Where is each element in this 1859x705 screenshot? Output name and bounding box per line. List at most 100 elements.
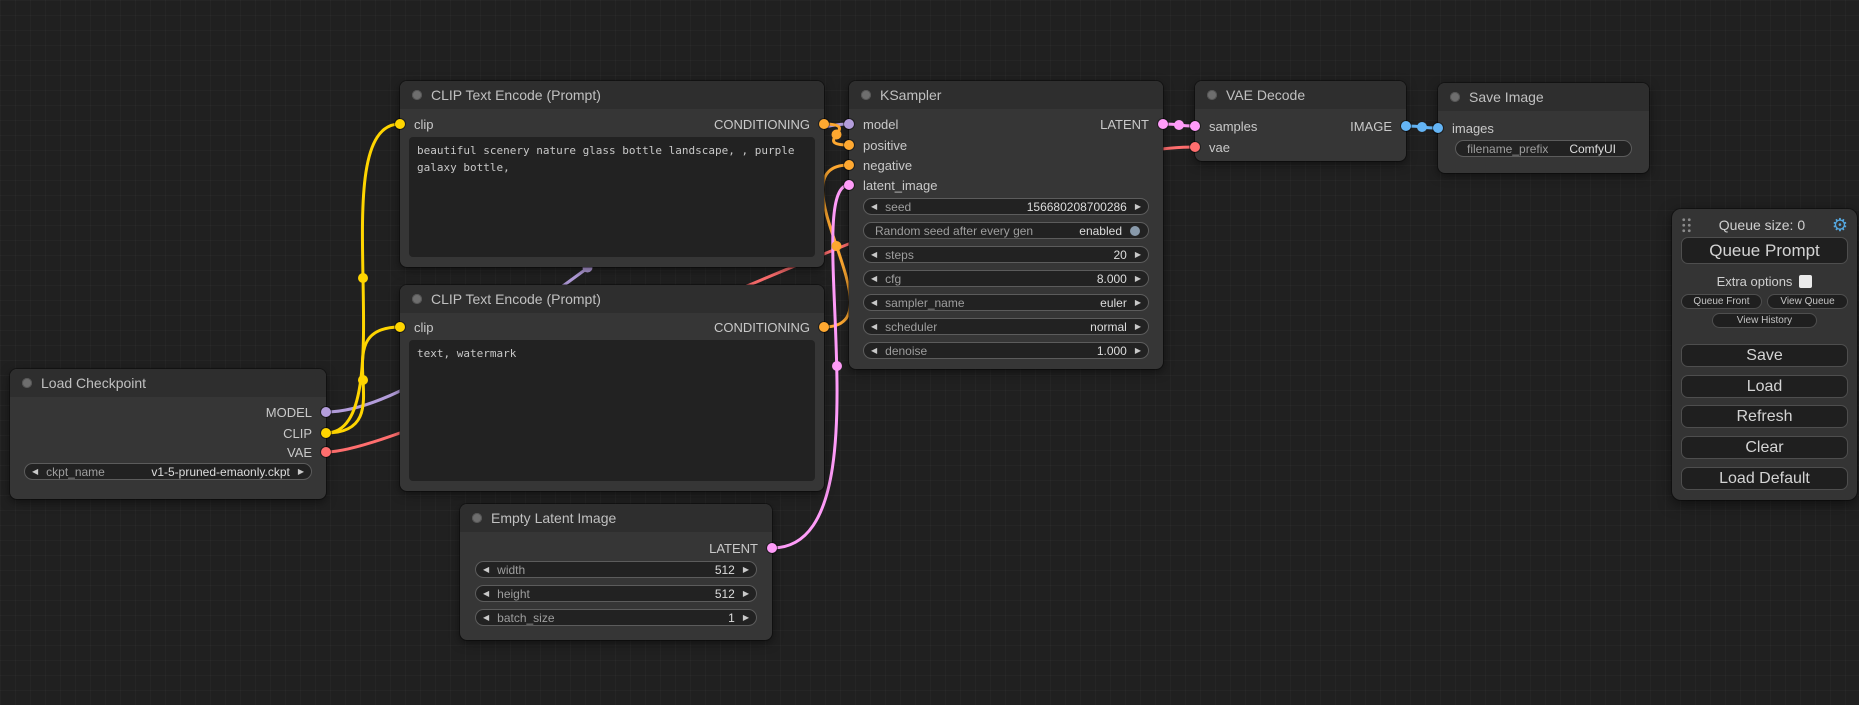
load-default-button[interactable]: Load Default	[1681, 467, 1848, 490]
seed-widget[interactable]: seed 156680208700286	[863, 198, 1149, 215]
refresh-button[interactable]: Refresh	[1681, 405, 1848, 428]
collapse-dot-icon[interactable]	[412, 90, 422, 100]
clip-input-port[interactable]	[395, 119, 405, 129]
increment-arrow-icon[interactable]	[743, 590, 749, 598]
clip-output-slot[interactable]: CLIP	[283, 425, 326, 441]
image-output-port[interactable]	[1401, 121, 1411, 131]
model-input-slot[interactable]: model	[849, 116, 898, 132]
vae-input-port[interactable]	[1190, 142, 1200, 152]
toggle-knob-icon[interactable]	[1130, 226, 1140, 236]
load-button[interactable]: Load	[1681, 375, 1848, 398]
collapse-dot-icon[interactable]	[472, 513, 482, 523]
increment-arrow-icon[interactable]	[1135, 347, 1141, 355]
node-empty-latent-image[interactable]: Empty Latent Image LATENT width 512 heig…	[460, 504, 772, 640]
node-ksampler[interactable]: KSampler model positive negative latent_…	[849, 81, 1163, 369]
scheduler-widget[interactable]: scheduler normal	[863, 318, 1149, 335]
filename-prefix-widget[interactable]: filename_prefix ComfyUI	[1455, 140, 1632, 157]
steps-widget[interactable]: steps 20	[863, 246, 1149, 263]
clip-input-port[interactable]	[395, 322, 405, 332]
increment-arrow-icon[interactable]	[743, 566, 749, 574]
queue-menu-panel[interactable]: Queue size: 0 ⚙ Queue Prompt Extra optio…	[1672, 209, 1857, 500]
latent-image-input-port[interactable]	[844, 180, 854, 190]
node-title-bar[interactable]: CLIP Text Encode (Prompt)	[400, 285, 824, 313]
clip-input-slot[interactable]: clip	[400, 319, 434, 335]
view-history-button[interactable]: View History	[1712, 313, 1817, 328]
collapse-dot-icon[interactable]	[412, 294, 422, 304]
increment-arrow-icon[interactable]	[1135, 299, 1141, 307]
conditioning-output-slot[interactable]: CONDITIONING	[714, 116, 824, 132]
increment-arrow-icon[interactable]	[298, 468, 304, 476]
model-input-port[interactable]	[844, 119, 854, 129]
node-title-bar[interactable]: CLIP Text Encode (Prompt)	[400, 81, 824, 109]
node-vae-decode[interactable]: VAE Decode samples vae IMAGE	[1195, 81, 1406, 161]
positive-prompt-textarea[interactable]: beautiful scenery nature glass bottle la…	[409, 137, 815, 257]
decrement-arrow-icon[interactable]	[871, 347, 877, 355]
model-output-slot[interactable]: MODEL	[266, 404, 326, 420]
increment-arrow-icon[interactable]	[1135, 275, 1141, 283]
vae-input-slot[interactable]: vae	[1195, 139, 1230, 155]
decrement-arrow-icon[interactable]	[483, 566, 489, 574]
node-clip-text-encode-negative[interactable]: CLIP Text Encode (Prompt) clip CONDITION…	[400, 285, 824, 491]
node-clip-text-encode-positive[interactable]: CLIP Text Encode (Prompt) clip CONDITION…	[400, 81, 824, 267]
clip-output-port[interactable]	[321, 428, 331, 438]
model-output-port[interactable]	[321, 407, 331, 417]
samples-input-port[interactable]	[1190, 121, 1200, 131]
images-input-port[interactable]	[1433, 123, 1443, 133]
samples-input-slot[interactable]: samples	[1195, 118, 1257, 134]
increment-arrow-icon[interactable]	[1135, 203, 1141, 211]
latent-image-input-slot[interactable]: latent_image	[849, 177, 937, 193]
negative-prompt-textarea[interactable]: text, watermark	[409, 340, 815, 481]
random-seed-toggle-widget[interactable]: Random seed after every gen enabled	[863, 222, 1149, 239]
drag-handle[interactable]	[1681, 217, 1692, 233]
decrement-arrow-icon[interactable]	[871, 299, 877, 307]
denoise-widget[interactable]: denoise 1.000	[863, 342, 1149, 359]
decrement-arrow-icon[interactable]	[871, 275, 877, 283]
conditioning-output-slot[interactable]: CONDITIONING	[714, 319, 824, 335]
conditioning-output-port[interactable]	[819, 119, 829, 129]
queue-prompt-button[interactable]: Queue Prompt	[1681, 237, 1848, 264]
view-queue-button[interactable]: View Queue	[1767, 294, 1848, 309]
node-title-bar[interactable]: Empty Latent Image	[460, 504, 772, 532]
vae-output-port[interactable]	[321, 447, 331, 457]
batch-size-widget[interactable]: batch_size 1	[475, 609, 757, 626]
node-title-bar[interactable]: VAE Decode	[1195, 81, 1406, 109]
comfyui-canvas[interactable]: { "colors": { "model": "#B39DDB", "clip"…	[0, 0, 1859, 705]
extra-options-checkbox[interactable]	[1799, 275, 1812, 288]
height-widget[interactable]: height 512	[475, 585, 757, 602]
image-output-slot[interactable]: IMAGE	[1350, 118, 1406, 134]
latent-output-port[interactable]	[1158, 119, 1168, 129]
node-title-bar[interactable]: Load Checkpoint	[10, 369, 326, 397]
positive-input-port[interactable]	[844, 140, 854, 150]
clear-button[interactable]: Clear	[1681, 436, 1848, 459]
negative-input-slot[interactable]: negative	[849, 157, 912, 173]
negative-input-port[interactable]	[844, 160, 854, 170]
images-input-slot[interactable]: images	[1438, 120, 1494, 136]
queue-front-button[interactable]: Queue Front	[1681, 294, 1762, 309]
decrement-arrow-icon[interactable]	[32, 468, 38, 476]
node-title-bar[interactable]: KSampler	[849, 81, 1163, 109]
collapse-dot-icon[interactable]	[1450, 92, 1460, 102]
save-button[interactable]: Save	[1681, 344, 1848, 367]
collapse-dot-icon[interactable]	[22, 378, 32, 388]
width-widget[interactable]: width 512	[475, 561, 757, 578]
increment-arrow-icon[interactable]	[743, 614, 749, 622]
node-title-bar[interactable]: Save Image	[1438, 83, 1649, 111]
node-save-image[interactable]: Save Image images filename_prefix ComfyU…	[1438, 83, 1649, 173]
settings-gear-icon[interactable]: ⚙	[1832, 216, 1848, 234]
node-load-checkpoint[interactable]: Load Checkpoint MODEL CLIP VAE ckpt_name…	[10, 369, 326, 499]
vae-output-slot[interactable]: VAE	[287, 444, 326, 460]
sampler-name-widget[interactable]: sampler_name euler	[863, 294, 1149, 311]
increment-arrow-icon[interactable]	[1135, 323, 1141, 331]
collapse-dot-icon[interactable]	[1207, 90, 1217, 100]
latent-output-slot[interactable]: LATENT	[1100, 116, 1163, 132]
ckpt-name-widget[interactable]: ckpt_name v1-5-pruned-emaonly.ckpt	[24, 463, 312, 480]
cfg-widget[interactable]: cfg 8.000	[863, 270, 1149, 287]
latent-output-port[interactable]	[767, 543, 777, 553]
decrement-arrow-icon[interactable]	[483, 614, 489, 622]
clip-input-slot[interactable]: clip	[400, 116, 434, 132]
decrement-arrow-icon[interactable]	[871, 323, 877, 331]
increment-arrow-icon[interactable]	[1135, 251, 1141, 259]
latent-output-slot[interactable]: LATENT	[709, 540, 772, 556]
decrement-arrow-icon[interactable]	[483, 590, 489, 598]
decrement-arrow-icon[interactable]	[871, 203, 877, 211]
